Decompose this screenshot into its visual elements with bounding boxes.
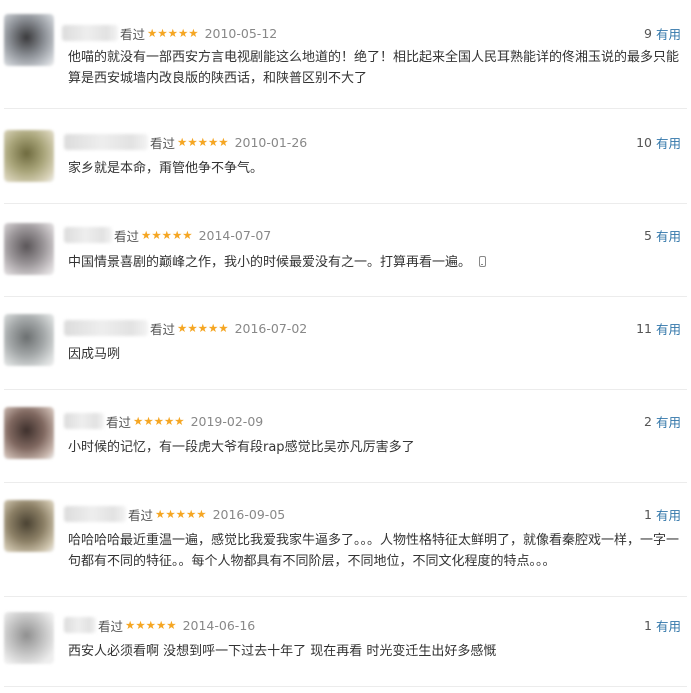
divider <box>4 296 687 297</box>
review-date: 2014-06-16 <box>182 617 256 633</box>
rating-stars: ★★★★★ <box>133 414 185 428</box>
review-meta: 看过 ★★★★★ 2010-05-12 <box>120 24 277 42</box>
watched-status: 看过 <box>106 414 132 430</box>
avatar[interactable] <box>4 612 54 664</box>
watched-status: 看过 <box>150 135 176 151</box>
divider <box>4 482 687 483</box>
watched-status: 看过 <box>120 26 146 42</box>
rating-stars: ★★★★★ <box>177 321 229 335</box>
avatar[interactable] <box>4 14 54 66</box>
helpful-vote[interactable]: 2 有用 <box>644 412 681 430</box>
divider <box>4 389 687 390</box>
helpful-button[interactable]: 有用 <box>656 412 681 431</box>
review-text: 家乡就是本命，甭管他争不争气。 <box>68 161 264 176</box>
review-meta: 看过 ★★★★★ 2010-01-26 <box>150 133 307 151</box>
watched-status: 看过 <box>98 618 124 634</box>
review-meta: 看过 ★★★★★ 2019-02-09 <box>106 412 263 430</box>
review-text: 他喵的就没有一部西安方言电视剧能这么地道的！绝了！相比起来全国人民耳熟能详的佟湘… <box>68 50 680 86</box>
avatar[interactable] <box>4 314 54 366</box>
review-meta: 看过 ★★★★★ 2014-07-07 <box>114 226 271 244</box>
review-meta: 看过 ★★★★★ 2016-09-05 <box>128 505 285 523</box>
avatar[interactable] <box>4 500 54 552</box>
helpful-button[interactable]: 有用 <box>656 319 681 338</box>
username-redacted <box>64 320 148 336</box>
review-text: 中国情景喜剧的巅峰之作，我小的时候最爱没有之一。打算再看一遍。 <box>68 252 681 273</box>
username-redacted <box>64 413 104 429</box>
review-date: 2010-05-12 <box>204 25 278 41</box>
helpful-button[interactable]: 有用 <box>656 616 681 635</box>
avatar[interactable] <box>4 407 54 459</box>
helpful-count: 2 <box>644 413 652 429</box>
watched-status: 看过 <box>114 228 140 244</box>
helpful-vote[interactable]: 9 有用 <box>644 24 681 42</box>
helpful-vote[interactable]: 11 有用 <box>636 319 681 337</box>
review-text: 小时候的记忆，有一段虎大爷有段rap感觉比吴亦凡厉害多了 <box>68 440 415 455</box>
helpful-vote[interactable]: 1 有用 <box>644 616 681 634</box>
rating-stars: ★★★★★ <box>177 135 229 149</box>
phone-icon <box>479 256 487 267</box>
avatar[interactable] <box>4 223 54 275</box>
divider <box>4 686 687 687</box>
review-date: 2016-07-02 <box>234 320 308 336</box>
review-date: 2010-01-26 <box>234 134 308 150</box>
helpful-vote[interactable]: 1 有用 <box>644 505 681 523</box>
review-text: 西安人必须看啊 没想到呼一下过去十年了 现在再看 时光变迁生出好多感慨 <box>68 644 497 659</box>
divider <box>4 203 687 204</box>
review-date: 2014-07-07 <box>198 227 272 243</box>
username-redacted <box>62 25 118 41</box>
avatar[interactable] <box>4 130 54 182</box>
username-redacted <box>64 617 96 633</box>
username-redacted <box>64 506 126 522</box>
username-redacted <box>64 134 148 150</box>
helpful-button[interactable]: 有用 <box>656 505 681 524</box>
rating-stars: ★★★★★ <box>155 507 207 521</box>
helpful-button[interactable]: 有用 <box>656 24 681 43</box>
helpful-count: 1 <box>644 506 652 522</box>
review-text: 哈哈哈哈最近重温一遍，感觉比我爱我家牛逼多了。。。人物性格特征太鲜明了，就像看秦… <box>68 533 680 569</box>
helpful-count: 10 <box>636 134 652 150</box>
review-text: 因成马咧 <box>68 347 121 362</box>
review-meta: 看过 ★★★★★ 2016-07-02 <box>150 319 307 337</box>
watched-status: 看过 <box>150 321 176 337</box>
helpful-vote[interactable]: 5 有用 <box>644 226 681 244</box>
watched-status: 看过 <box>128 507 154 523</box>
helpful-count: 11 <box>636 320 652 336</box>
rating-stars: ★★★★★ <box>141 228 193 242</box>
helpful-count: 1 <box>644 617 652 633</box>
helpful-count: 9 <box>644 25 652 41</box>
review-text-content: 中国情景喜剧的巅峰之作，我小的时候最爱没有之一。打算再看一遍。 <box>68 255 472 270</box>
helpful-vote[interactable]: 10 有用 <box>636 133 681 151</box>
helpful-button[interactable]: 有用 <box>656 133 681 152</box>
rating-stars: ★★★★★ <box>147 26 199 40</box>
helpful-button[interactable]: 有用 <box>656 226 681 245</box>
review-date: 2019-02-09 <box>190 413 264 429</box>
divider <box>4 108 687 109</box>
review-meta: 看过 ★★★★★ 2014-06-16 <box>98 616 255 634</box>
rating-stars: ★★★★★ <box>125 618 177 632</box>
review-date: 2016-09-05 <box>212 506 286 522</box>
divider <box>4 596 687 597</box>
username-redacted <box>64 227 112 243</box>
helpful-count: 5 <box>644 227 652 243</box>
